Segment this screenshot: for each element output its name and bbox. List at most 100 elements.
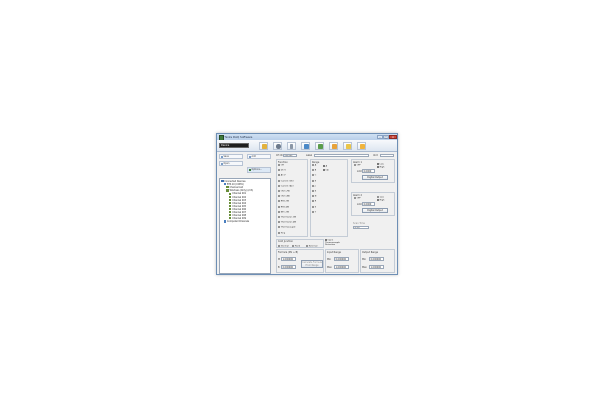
formula-group: Formula (Mx + B) M 1.000000 B 0.000000 C… <box>276 249 324 273</box>
alarm2-digital-output-button[interactable]: Digital Output <box>362 208 388 213</box>
function-option-0-label: Off <box>280 164 284 167</box>
close-button[interactable]: × <box>389 134 397 139</box>
alarm2-high-check[interactable]: High <box>377 199 384 202</box>
channel-icon <box>228 195 232 198</box>
function-option-1-label: DC V <box>280 169 286 172</box>
channel-icon <box>228 192 232 195</box>
function-option-4[interactable]: Current (AC) <box>278 184 294 188</box>
channel-icon <box>228 198 232 201</box>
function-option-6[interactable]: Ohm 4W <box>278 195 290 198</box>
alarm1-off-radio[interactable]: OFF <box>354 163 361 167</box>
output-max-field[interactable]: 1.000000 <box>369 265 384 269</box>
tool-button-help[interactable] <box>357 141 366 150</box>
function-option-13[interactable]: Freq <box>278 231 285 235</box>
function-option-1[interactable]: DC V <box>278 169 286 172</box>
function-option-3-label: Current (DC) <box>280 180 294 183</box>
alarm2-high-label: High <box>379 199 385 202</box>
user-icon <box>276 144 281 149</box>
alarm2-group: Alarm 2 OFF Low High Limit 0.0000 Digita… <box>351 192 395 216</box>
cjc-option-0[interactable]: Internal <box>278 244 289 248</box>
device-icon <box>223 220 227 223</box>
tool-button-user[interactable] <box>273 141 282 150</box>
channel-panel: CH ID CH 001 Label Unit Function Off DC V… <box>274 152 397 274</box>
formula-b-label: B <box>278 266 280 269</box>
function-option-10[interactable]: Thermistor 2W <box>278 216 296 219</box>
tool-button-cursor[interactable] <box>287 141 296 150</box>
alarm1-high-label: High <box>379 166 385 169</box>
range-option-8[interactable]: S <box>312 205 316 209</box>
output-range-title: Output Range <box>362 250 378 254</box>
tool-button-link[interactable] <box>301 141 310 150</box>
range-option-4-label: J <box>314 185 316 188</box>
window-title: Thinks DAQ Software <box>223 135 253 140</box>
range-option-0[interactable]: A <box>312 164 316 167</box>
formula-b-field[interactable]: 0.000000 <box>281 265 296 269</box>
range-option-6[interactable]: N <box>312 195 316 198</box>
calculate-formula-button[interactable]: Calculate Formula From Range <box>301 260 323 268</box>
open-button[interactable]: Open <box>219 161 243 166</box>
alarm2-off-radio[interactable]: OFF <box>354 196 361 200</box>
function-option-7-label: RTD 2W <box>280 201 289 203</box>
range-option-2[interactable]: C <box>312 174 316 177</box>
alarm1-limit-field[interactable]: 0.0000 <box>362 169 375 173</box>
cjc-option-2[interactable]: External <box>306 244 317 248</box>
alarm1-high-check[interactable]: High <box>377 166 384 169</box>
tool-button-folder[interactable] <box>343 141 352 150</box>
range-option-3[interactable]: E <box>312 179 316 183</box>
alarm1-digital-output-button[interactable]: Digital Output <box>362 175 388 180</box>
channel-icon <box>228 217 232 220</box>
folder-icon <box>346 144 351 149</box>
add-button-label: Add <box>251 155 256 158</box>
formula-m-label: M <box>278 258 280 261</box>
tool-button-lock[interactable] <box>259 141 268 150</box>
channel-id-field[interactable]: CH 001 <box>283 153 297 158</box>
extra-check-cjc[interactable]: CJC <box>323 168 330 172</box>
function-option-0[interactable]: Off <box>278 164 284 167</box>
input-range-group: Input Range Min 0.000000 Max 1.000000 <box>325 249 359 273</box>
function-option-9[interactable]: NTC 2W <box>278 210 289 214</box>
lock-icon <box>262 144 267 149</box>
range-option-5[interactable]: K <box>312 190 316 193</box>
range-option-7-label: R <box>314 201 317 203</box>
output-range-group: Output Range Min 0.000000 Max 1.000000 <box>360 249 395 273</box>
options-button[interactable]: Options... <box>247 167 271 173</box>
unit-field[interactable] <box>380 153 394 158</box>
label-label: Label <box>306 154 313 157</box>
function-option-12[interactable]: Thermocouple <box>278 226 296 229</box>
open-tc-detection-check[interactable]: Open Thermocouple Detection <box>325 239 347 247</box>
input-min-field[interactable]: 0.000000 <box>334 257 349 261</box>
range-option-1[interactable]: B <box>312 169 316 172</box>
tree-node[interactable]: Computed Channels <box>223 220 250 224</box>
range-option-1-label: B <box>314 169 317 172</box>
add-button[interactable]: Add <box>247 154 271 159</box>
function-option-11[interactable]: Thermistor 4W <box>278 221 296 224</box>
function-option-9-label: NTC 2W <box>280 211 289 214</box>
cold-junction-title: Cold Junction <box>278 240 294 244</box>
alarm2-limit-field[interactable]: 0.0000 <box>362 202 375 206</box>
function-option-7[interactable]: RTD 2W <box>278 200 289 203</box>
cjc-option-1[interactable]: Fixed <box>292 244 300 248</box>
scan-time-field[interactable]: 0.00 <box>353 225 369 230</box>
function-option-5[interactable]: Ohm 2W <box>278 190 290 193</box>
app-window: Thinks DAQ Software – □ × Device Save Ad… <box>216 133 398 275</box>
label-field[interactable] <box>314 153 369 158</box>
extra-check-cjc-label: CJC <box>325 169 330 172</box>
input-max-field[interactable]: 1.000000 <box>334 265 349 269</box>
range-option-4[interactable]: J <box>312 184 316 188</box>
tool-button-export[interactable] <box>329 141 338 150</box>
save-button[interactable]: Save <box>219 154 243 159</box>
range-option-7[interactable]: R <box>312 200 316 203</box>
tool-button-chart[interactable] <box>315 141 324 150</box>
device-tree[interactable]: Connected Devices BTS 10 (COM1) Channel Li… <box>219 178 271 274</box>
link-icon <box>304 144 309 149</box>
function-option-3[interactable]: Current (DC) <box>278 179 294 183</box>
output-min-field[interactable]: 0.000000 <box>369 257 384 261</box>
tree-node-label: Computed Channels <box>226 220 250 224</box>
device-combo[interactable]: Device <box>219 143 249 148</box>
formula-title: Formula (Mx + B) <box>278 250 299 254</box>
formula-m-field[interactable]: 1.000000 <box>281 257 296 261</box>
function-option-2[interactable]: AC V <box>278 174 286 177</box>
range-option-9[interactable]: T <box>312 210 316 214</box>
function-option-8[interactable]: RTD 4W <box>278 205 289 209</box>
function-option-6-label: Ohm 4W <box>280 195 290 198</box>
